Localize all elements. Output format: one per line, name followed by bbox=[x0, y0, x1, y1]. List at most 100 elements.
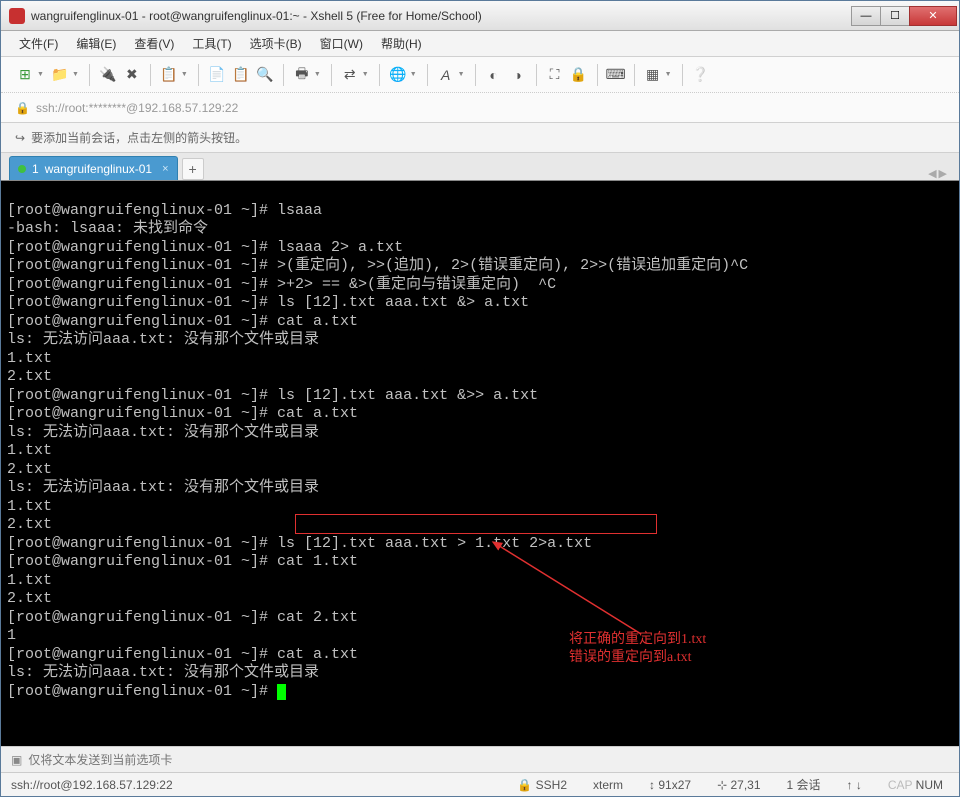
annotation-text: 将正确的重定向到1.txt 错误的重定向到a.txt bbox=[569, 631, 706, 667]
terminal-line: [root@wangruifenglinux-01 ~]# cat a.txt bbox=[7, 405, 358, 422]
find-icon[interactable]: 🔍 bbox=[255, 65, 275, 85]
terminal-line: [root@wangruifenglinux-01 ~]# ls [12].tx… bbox=[7, 294, 529, 311]
font-icon[interactable]: A bbox=[436, 65, 456, 85]
send-icon[interactable]: ▣ bbox=[11, 753, 22, 767]
help-icon[interactable]: ❔ bbox=[691, 65, 711, 85]
terminal-line: 2.txt bbox=[7, 590, 52, 607]
dropdown-icon[interactable]: ▼ bbox=[362, 71, 369, 78]
terminal-line: 1 bbox=[7, 627, 16, 644]
tipbar: ↪ 要添加当前会话，点击左侧的箭头按钮。 bbox=[1, 123, 959, 153]
tab-nav: ◀ ▶ bbox=[928, 167, 951, 180]
copy-icon[interactable]: 📄 bbox=[207, 65, 227, 85]
separator bbox=[89, 64, 90, 86]
keyboard-icon[interactable]: ⌨ bbox=[606, 65, 626, 85]
status-cap: CAP NUM bbox=[882, 778, 949, 792]
app-window: wangruifenglinux-01 - root@wangruifengli… bbox=[0, 0, 960, 797]
statusbar: ssh://root@192.168.57.129:22 🔒 SSH2 xter… bbox=[1, 772, 959, 796]
addressbar: 🔒 ssh://root:********@192.168.57.129:22 bbox=[1, 93, 959, 123]
menubar: 文件(F) 编辑(E) 查看(V) 工具(T) 选项卡(B) 窗口(W) 帮助(… bbox=[1, 31, 959, 57]
status-dot-icon bbox=[18, 165, 26, 173]
color-icon[interactable]: ◐ bbox=[484, 65, 504, 85]
tab-next-icon[interactable]: ▶ bbox=[939, 167, 947, 180]
separator bbox=[283, 64, 284, 86]
transfer-icon[interactable]: ⇄ bbox=[340, 65, 360, 85]
terminal-line: 2.txt bbox=[7, 516, 52, 533]
minimize-button[interactable]: — bbox=[851, 6, 881, 26]
session-tab[interactable]: 1 wangruifenglinux-01 × bbox=[9, 156, 178, 180]
globe-icon[interactable]: 🌐 bbox=[388, 65, 408, 85]
dropdown-icon[interactable]: ▼ bbox=[181, 71, 188, 78]
terminal-line: [root@wangruifenglinux-01 ~]# cat 2.txt bbox=[7, 609, 358, 626]
status-term: xterm bbox=[587, 778, 629, 792]
app-icon bbox=[9, 8, 25, 24]
print-icon[interactable]: 🖶 bbox=[292, 65, 312, 85]
terminal-line: 1.txt bbox=[7, 498, 52, 515]
terminal-line: 1.txt bbox=[7, 350, 52, 367]
menu-tabs[interactable]: 选项卡(B) bbox=[246, 33, 306, 54]
annotation-arrow bbox=[481, 534, 661, 644]
dropdown-icon[interactable]: ▼ bbox=[314, 71, 321, 78]
add-tab-button[interactable]: + bbox=[182, 158, 204, 180]
status-ssh: 🔒 SSH2 bbox=[511, 778, 573, 792]
terminal-line: -bash: lsaaa: 未找到命令 bbox=[7, 220, 208, 237]
layout-icon[interactable]: ▦ bbox=[643, 65, 663, 85]
cursor bbox=[277, 684, 286, 700]
new-session-icon[interactable]: ⊞ bbox=[15, 65, 35, 85]
tab-close-icon[interactable]: × bbox=[162, 163, 168, 175]
separator bbox=[536, 64, 537, 86]
separator bbox=[475, 64, 476, 86]
dropdown-icon[interactable]: ▼ bbox=[410, 71, 417, 78]
menu-file[interactable]: 文件(F) bbox=[15, 33, 62, 54]
terminal-line: [root@wangruifenglinux-01 ~]# lsaaa bbox=[7, 202, 322, 219]
menu-view[interactable]: 查看(V) bbox=[130, 33, 178, 54]
separator bbox=[682, 64, 683, 86]
disconnect-icon[interactable]: ✖ bbox=[122, 65, 142, 85]
toolbar: ⊞▼ 📁▼ 🔌 ✖ 📋▼ 📄 📋 🔍 🖶▼ ⇄▼ 🌐▼ A▼ ◐ ◑ ⛶ 🔒 ⌨… bbox=[1, 57, 959, 93]
status-pos: ⊹ 27,31 bbox=[711, 778, 766, 792]
maximize-button[interactable]: ☐ bbox=[880, 6, 910, 26]
dropdown-icon[interactable]: ▼ bbox=[72, 71, 79, 78]
terminal-line: 2.txt bbox=[7, 368, 52, 385]
reconnect-icon[interactable]: 🔌 bbox=[98, 65, 118, 85]
terminal-line: [root@wangruifenglinux-01 ~]# >+2> == &>… bbox=[7, 276, 556, 293]
terminal-line: ls: 无法访问aaa.txt: 没有那个文件或目录 bbox=[7, 424, 319, 441]
terminal-line: 2.txt bbox=[7, 461, 52, 478]
theme-icon[interactable]: ◑ bbox=[508, 65, 528, 85]
terminal-line: [root@wangruifenglinux-01 ~]# cat a.txt bbox=[7, 313, 358, 330]
lock-icon[interactable]: 🔒 bbox=[569, 65, 589, 85]
terminal-line: [root@wangruifenglinux-01 ~]# cat a.txt bbox=[7, 646, 358, 663]
address-url[interactable]: ssh://root:********@192.168.57.129:22 bbox=[36, 101, 238, 115]
separator bbox=[427, 64, 428, 86]
dropdown-icon[interactable]: ▼ bbox=[458, 71, 465, 78]
separator bbox=[331, 64, 332, 86]
terminal-line: ls: 无法访问aaa.txt: 没有那个文件或目录 bbox=[7, 331, 319, 348]
separator bbox=[634, 64, 635, 86]
menu-edit[interactable]: 编辑(E) bbox=[72, 33, 120, 54]
tip-text: 要添加当前会话，点击左侧的箭头按钮。 bbox=[31, 129, 247, 146]
send-input[interactable] bbox=[28, 753, 949, 767]
titlebar: wangruifenglinux-01 - root@wangruifengli… bbox=[1, 1, 959, 31]
tab-prev-icon[interactable]: ◀ bbox=[928, 167, 936, 180]
dropdown-icon[interactable]: ▼ bbox=[665, 71, 672, 78]
properties-icon[interactable]: 📋 bbox=[159, 65, 179, 85]
terminal[interactable]: [root@wangruifenglinux-01 ~]# lsaaa -bas… bbox=[1, 181, 959, 746]
open-folder-icon[interactable]: 📁 bbox=[50, 65, 70, 85]
dropdown-icon[interactable]: ▼ bbox=[37, 71, 44, 78]
add-session-icon[interactable]: ↪ bbox=[15, 131, 25, 145]
close-button[interactable]: ✕ bbox=[909, 6, 957, 26]
menu-window[interactable]: 窗口(W) bbox=[316, 33, 367, 54]
fullscreen-icon[interactable]: ⛶ bbox=[545, 65, 565, 85]
window-controls: — ☐ ✕ bbox=[852, 6, 957, 26]
status-network-icon: ↑ ↓ bbox=[841, 778, 868, 792]
separator bbox=[597, 64, 598, 86]
terminal-line: [root@wangruifenglinux-01 ~]# bbox=[7, 683, 277, 700]
status-sessions: 1 会话 bbox=[781, 776, 827, 793]
terminal-line: ls: 无法访问aaa.txt: 没有那个文件或目录 bbox=[7, 479, 319, 496]
menu-help[interactable]: 帮助(H) bbox=[377, 33, 426, 54]
terminal-line: [root@wangruifenglinux-01 ~]# ls [12].tx… bbox=[7, 387, 538, 404]
menu-tools[interactable]: 工具(T) bbox=[188, 33, 235, 54]
window-title: wangruifenglinux-01 - root@wangruifengli… bbox=[31, 9, 852, 23]
terminal-line: [root@wangruifenglinux-01 ~]# cat 1.txt bbox=[7, 553, 358, 570]
separator bbox=[198, 64, 199, 86]
paste-icon[interactable]: 📋 bbox=[231, 65, 251, 85]
